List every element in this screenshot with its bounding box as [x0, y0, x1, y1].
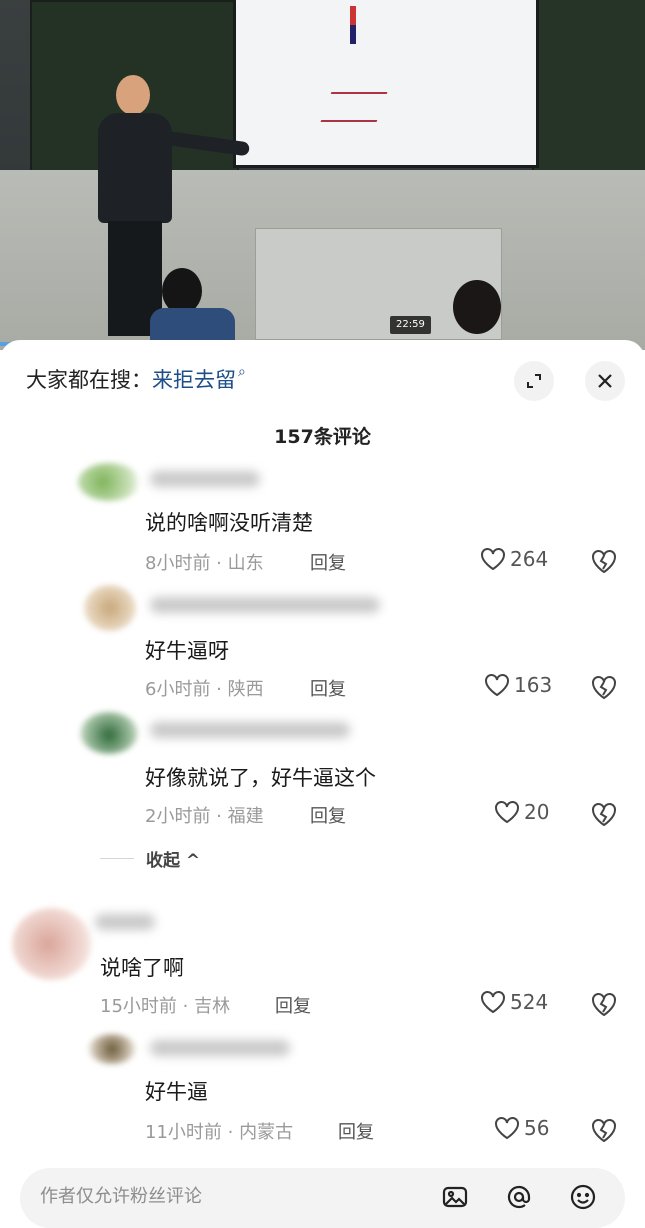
heart-icon — [481, 548, 505, 571]
like-count: 163 — [514, 673, 553, 697]
username-blurred[interactable] — [150, 722, 350, 738]
close-icon — [598, 374, 612, 388]
avatar[interactable] — [78, 463, 140, 501]
heart-icon — [495, 801, 519, 824]
divider — [100, 858, 134, 859]
avatar[interactable] — [12, 908, 92, 980]
comment-item: 好牛逼 11小时前 · 内蒙古 回复 56 — [0, 1030, 645, 1150]
collapse-replies-button[interactable]: 收起 ^ — [100, 846, 200, 871]
avatar[interactable] — [80, 712, 138, 754]
expand-icon — [527, 374, 541, 388]
comment-text: 好牛逼 — [145, 1080, 208, 1104]
avatar[interactable] — [84, 585, 136, 631]
trending-search[interactable]: 大家都在搜：来拒去留 ⌕ — [26, 364, 246, 394]
emoji-icon[interactable] — [568, 1182, 598, 1212]
like-button[interactable]: 264 — [480, 547, 548, 571]
like-count: 524 — [510, 990, 549, 1014]
like-button[interactable]: 163 — [484, 673, 552, 697]
comment-input-placeholder: 作者仅允许粉丝评论 — [40, 1186, 202, 1207]
trending-search-prefix: 大家都在搜： — [26, 368, 152, 392]
comment-meta: 8小时前 · 山东 — [145, 553, 264, 574]
reply-button[interactable]: 回复 — [275, 992, 311, 1018]
comment-text: 说啥了啊 — [100, 956, 184, 980]
broken-heart-icon[interactable] — [590, 1116, 618, 1144]
comment-meta: 6小时前 · 陕西 — [145, 679, 264, 700]
like-count: 56 — [524, 1116, 550, 1140]
comment-text: 说的啥啊没听清楚 — [145, 511, 313, 535]
like-button[interactable]: 524 — [480, 990, 548, 1014]
avatar[interactable] — [88, 1034, 136, 1064]
heart-icon — [495, 1117, 519, 1140]
projector-screen — [233, 0, 539, 168]
comment-meta: 11小时前 · 内蒙古 — [145, 1122, 294, 1143]
comment-meta: 2小时前 · 福建 — [145, 806, 264, 827]
broken-heart-icon[interactable] — [590, 547, 618, 575]
heart-icon — [481, 991, 505, 1014]
at-icon[interactable] — [504, 1182, 534, 1212]
comment-item: 说的啥啊没听清楚 8小时前 · 山东 回复 264 — [0, 455, 645, 575]
blackboard — [532, 0, 645, 170]
comment-sheet: 大家都在搜：来拒去留 ⌕ 157条评论 说的啥啊没听清楚 8小时前 · 山东 回复… — [0, 340, 645, 1228]
username-blurred[interactable] — [150, 471, 260, 487]
username-blurred[interactable] — [150, 1040, 290, 1056]
like-count: 20 — [524, 800, 550, 824]
reply-button[interactable]: 回复 — [310, 802, 346, 828]
comment-item: 好牛逼呀 6小时前 · 陕西 回复 163 — [0, 581, 645, 701]
reply-button[interactable]: 回复 — [310, 549, 346, 575]
student-figure — [150, 268, 235, 350]
expand-button[interactable] — [514, 361, 554, 401]
comment-input-bar[interactable]: 作者仅允许粉丝评论 — [20, 1168, 625, 1228]
close-button[interactable] — [585, 361, 625, 401]
comment-count-title: 157条评论 — [274, 426, 371, 448]
video-timestamp: 22:59 — [390, 316, 431, 334]
comment-meta: 15小时前 · 吉林 — [100, 996, 231, 1017]
magnifier-icon: ⌕ — [238, 364, 246, 380]
reply-button[interactable]: 回复 — [338, 1118, 374, 1144]
heart-icon — [485, 674, 509, 697]
video-player[interactable]: 22:59 — [0, 0, 645, 350]
username-blurred[interactable] — [150, 597, 380, 613]
like-button[interactable]: 20 — [494, 800, 549, 824]
reply-button[interactable]: 回复 — [310, 675, 346, 701]
image-icon[interactable] — [440, 1182, 470, 1212]
username-blurred[interactable] — [95, 914, 155, 930]
parallelogram-figure — [320, 92, 388, 122]
like-button[interactable]: 56 — [494, 1116, 549, 1140]
trending-search-keyword[interactable]: 来拒去留 — [152, 368, 236, 392]
comment-item: 好像就说了，好牛逼这个 2小时前 · 福建 回复 20 — [0, 708, 645, 828]
broken-heart-icon[interactable] — [590, 990, 618, 1018]
collapse-label: 收起 ^ — [146, 851, 201, 871]
like-count: 264 — [510, 547, 549, 571]
broken-heart-icon[interactable] — [590, 673, 618, 701]
comment-text: 好像就说了，好牛逼这个 — [145, 766, 376, 790]
comment-item: 说啥了啊 15小时前 · 吉林 回复 524 — [0, 900, 645, 1020]
comment-text: 好牛逼呀 — [145, 639, 229, 663]
magnet-figure — [350, 6, 356, 44]
broken-heart-icon[interactable] — [590, 800, 618, 828]
